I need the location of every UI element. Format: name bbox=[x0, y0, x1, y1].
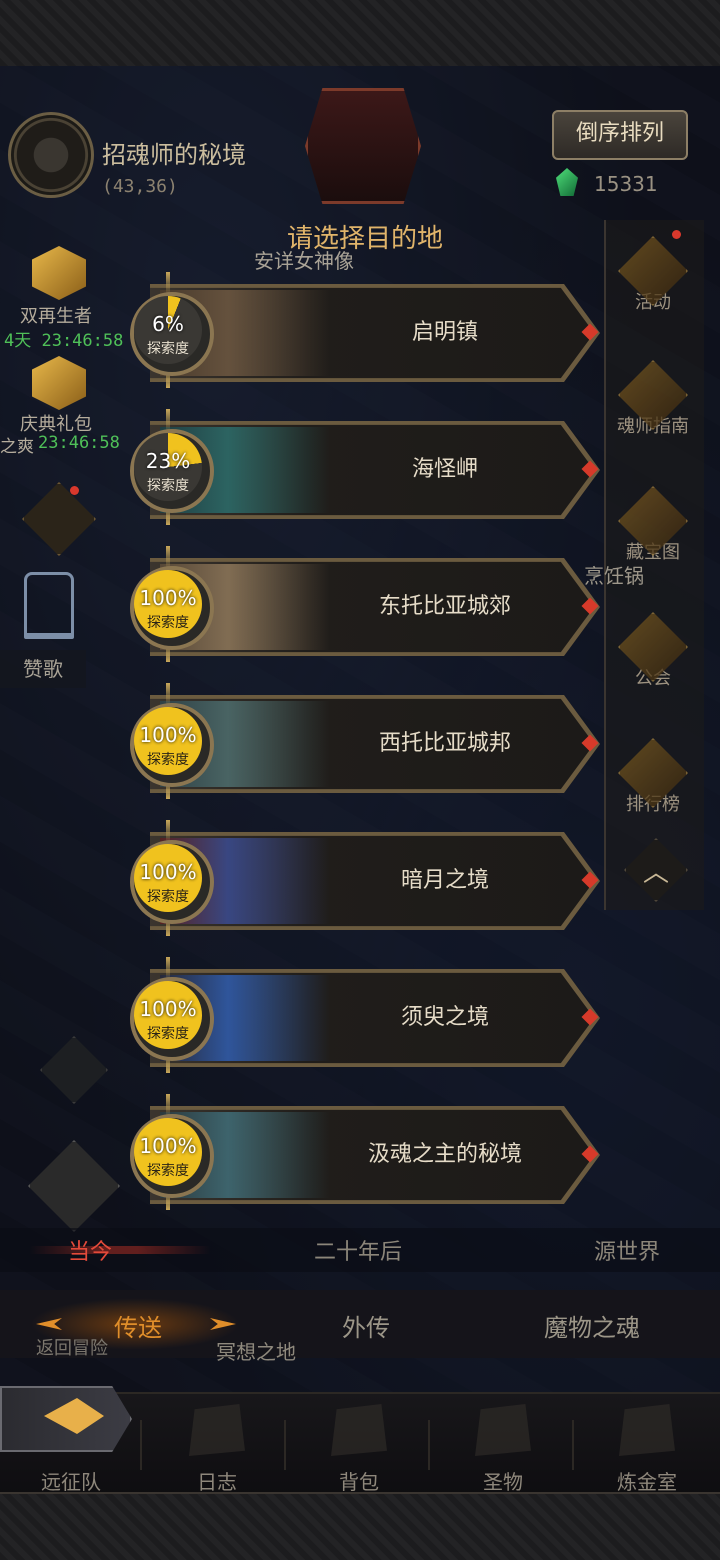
map-label-meditate: 冥想之地 bbox=[216, 1340, 296, 1364]
exploration-badge: 100% 探索度 bbox=[122, 546, 218, 662]
tab-era-origin[interactable]: 源世界 bbox=[594, 1234, 660, 1266]
exploration-badge: 6% 探索度 bbox=[122, 272, 218, 388]
map-label-statue: 安详女神像 bbox=[254, 249, 354, 273]
nav-alchemy[interactable]: 炼金室 bbox=[592, 1400, 702, 1495]
destination-row[interactable]: 西托比亚城邦 100% 探索度 bbox=[130, 683, 600, 799]
exploration-percent: 100% bbox=[139, 1134, 197, 1158]
tab-era-future[interactable]: 二十年后 bbox=[314, 1234, 402, 1266]
tab-side-story[interactable]: 外传 bbox=[342, 1308, 390, 1343]
gem-count: 15331 bbox=[594, 172, 658, 196]
era-active-indicator bbox=[30, 1246, 210, 1254]
destination-row[interactable]: 汲魂之主的秘境 100% 探索度 bbox=[130, 1094, 600, 1210]
exploration-percent: 100% bbox=[139, 723, 197, 747]
menu-guide[interactable]: 魂师指南 bbox=[604, 360, 702, 438]
exploration-percent: 100% bbox=[139, 997, 197, 1021]
nav-expedition-label: 远征队 bbox=[41, 1470, 101, 1494]
tab-teleport[interactable]: 传送 bbox=[114, 1308, 162, 1343]
top-frame bbox=[0, 0, 720, 68]
backpack-icon bbox=[331, 1404, 387, 1456]
exploration-badge: 23% 探索度 bbox=[122, 409, 218, 525]
menu-treasure-map[interactable]: 藏宝图 bbox=[604, 486, 702, 564]
crest-icon bbox=[305, 88, 421, 204]
exploration-label: 探索度 bbox=[147, 1163, 189, 1179]
nav-relic-label: 圣物 bbox=[483, 1470, 523, 1494]
exploration-badge: 100% 探索度 bbox=[122, 1094, 218, 1210]
harp-icon[interactable] bbox=[24, 572, 74, 639]
exploration-badge: 100% 探索度 bbox=[122, 820, 218, 936]
destination-name: 西托比亚城邦 bbox=[378, 731, 511, 756]
map-label-return: 返回冒险 bbox=[36, 1338, 108, 1359]
destination-row[interactable]: 须臾之境 100% 探索度 bbox=[130, 957, 600, 1073]
destination-row[interactable]: 海怪岬 23% 探索度 bbox=[130, 409, 600, 525]
exploration-label: 探索度 bbox=[147, 341, 189, 357]
exploration-percent: 23% bbox=[145, 449, 191, 473]
nav-relic[interactable]: 圣物 bbox=[448, 1400, 558, 1495]
nav-journal[interactable]: 日志 bbox=[162, 1400, 272, 1495]
notification-dot bbox=[672, 230, 681, 239]
nav-divider bbox=[572, 1420, 574, 1470]
menu-activity[interactable]: 活动 bbox=[604, 236, 702, 314]
destination-name: 启明镇 bbox=[411, 320, 478, 345]
celebration-pack-timer: 23:46:58 bbox=[38, 433, 120, 453]
exploration-label: 探索度 bbox=[147, 1026, 189, 1042]
chalice-icon bbox=[475, 1404, 531, 1456]
nav-divider bbox=[284, 1420, 286, 1470]
destination-name: 须臾之境 bbox=[400, 1005, 489, 1030]
destination-row[interactable]: 暗月之境 100% 探索度 bbox=[130, 820, 600, 936]
exploration-label: 探索度 bbox=[147, 478, 189, 494]
exploration-label: 探索度 bbox=[147, 889, 189, 905]
exploration-label: 探索度 bbox=[147, 752, 189, 768]
exploration-label: 探索度 bbox=[147, 615, 189, 631]
portal-name: 招魂师的秘境 bbox=[102, 141, 246, 169]
nav-backpack[interactable]: 背包 bbox=[304, 1400, 414, 1495]
menu-ranking[interactable]: 排行榜 bbox=[604, 738, 702, 816]
portal-emblem-icon bbox=[8, 112, 94, 198]
nav-backpack-label: 背包 bbox=[339, 1470, 379, 1494]
notification-dot bbox=[70, 486, 79, 495]
double-regen-label: 双再生者 bbox=[20, 306, 92, 327]
exploration-percent: 100% bbox=[139, 586, 197, 610]
destination-row[interactable]: 启明镇 6% 探索度 bbox=[130, 272, 600, 388]
nav-alchemy-label: 炼金室 bbox=[617, 1470, 677, 1494]
tab-monster-soul[interactable]: 魔物之魂 bbox=[544, 1308, 640, 1343]
tab-era-current[interactable]: 当今 bbox=[68, 1234, 112, 1266]
nav-journal-label: 日志 bbox=[197, 1470, 237, 1494]
exploration-percent: 6% bbox=[152, 312, 184, 336]
exploration-percent: 100% bbox=[139, 860, 197, 884]
destination-name: 汲魂之主的秘境 bbox=[367, 1142, 522, 1167]
sort-reverse-button[interactable]: 倒序排列 bbox=[552, 110, 688, 160]
exploration-badge: 100% 探索度 bbox=[122, 957, 218, 1073]
bottom-frame bbox=[0, 1492, 720, 1560]
exploration-badge: 100% 探索度 bbox=[122, 683, 218, 799]
destination-row[interactable]: 东托比亚城郊 100% 探索度 bbox=[130, 546, 600, 662]
scroll-icon bbox=[189, 1404, 245, 1456]
destination-name: 海怪岬 bbox=[411, 457, 478, 482]
menu-guild[interactable]: 公会 bbox=[604, 612, 702, 690]
portal-coordinates: (43,36) bbox=[102, 176, 178, 197]
hymn-label: 赞歌 bbox=[0, 650, 86, 688]
celebration-prefix: 之爽 bbox=[0, 437, 34, 457]
nav-divider bbox=[428, 1420, 430, 1470]
nav-divider bbox=[140, 1420, 142, 1470]
double-regen-timer: 4天 23:46:58 bbox=[4, 331, 124, 351]
destination-name: 东托比亚城郊 bbox=[378, 594, 511, 619]
destination-name: 暗月之境 bbox=[400, 868, 489, 893]
alchemy-icon bbox=[619, 1404, 675, 1456]
